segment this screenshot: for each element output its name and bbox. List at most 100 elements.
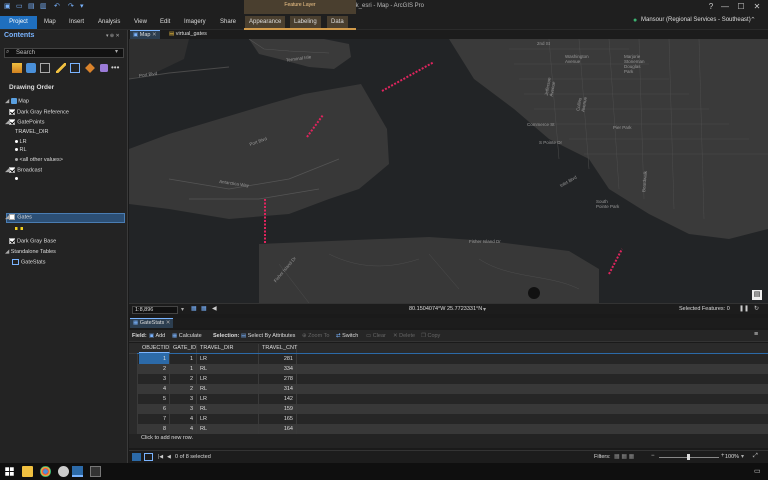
switch-button[interactable]: ⇄ Switch (336, 333, 358, 339)
tab-project[interactable]: Project (0, 16, 37, 29)
user-name[interactable]: Mansour (Regional Services - Southeast) (641, 17, 751, 23)
tab-virtual-gates[interactable]: ▤ virtual_gates (166, 30, 210, 39)
visibility-checkbox[interactable] (9, 109, 15, 115)
cell-objectid[interactable]: 1 (139, 354, 170, 364)
layer-dark-gray-reference[interactable]: Dark Gray Reference (9, 109, 69, 115)
table-gatestats[interactable]: GateStats (12, 259, 45, 265)
pane-options-icon[interactable]: ▾ ⊕ ✕ (106, 33, 120, 39)
add-new-row[interactable]: Click to add new row. (141, 435, 193, 441)
tab-map-view[interactable]: ▣ Map ✕ (130, 30, 160, 39)
expand-arrow-icon[interactable]: ◢ (5, 249, 9, 255)
select-by-attributes-button[interactable]: ▤ Select By Attributes (241, 333, 295, 339)
col-travel-dir[interactable]: TRAVEL_DIR (197, 344, 259, 353)
nav-first-icon[interactable]: |◀ (158, 454, 163, 460)
notifications-icon[interactable]: ▭ (754, 467, 761, 475)
help-button[interactable]: ? (706, 2, 716, 12)
row-selector[interactable] (129, 384, 138, 394)
copy-button[interactable]: ❐ Copy (421, 333, 440, 339)
tab-share[interactable]: Share (216, 16, 240, 29)
table-row[interactable]: 1 1 LR 281 (129, 353, 768, 365)
tab-imagery[interactable]: Imagery (180, 16, 210, 29)
table-row[interactable]: 4 2 RL 314 (129, 384, 768, 394)
audio-icon[interactable]: ◀ (212, 305, 217, 312)
close-icon[interactable]: ✕ (152, 32, 157, 38)
cell-gate-id[interactable]: 2 (170, 374, 197, 384)
more-icon[interactable]: ••• (111, 63, 119, 72)
gate-1-line[interactable] (381, 61, 435, 92)
close-button[interactable]: ✕ (752, 2, 762, 12)
tab-map[interactable]: Map (40, 16, 60, 29)
tab-insert[interactable]: Insert (65, 16, 88, 29)
cell-travel-cnt[interactable]: 278 (259, 374, 297, 384)
maximize-button[interactable]: ☐ (736, 2, 746, 12)
grid-icon[interactable]: ▦ (201, 305, 207, 312)
arcgis-pro-taskbar-icon[interactable] (72, 466, 83, 477)
cell-gate-id[interactable]: 4 (170, 414, 197, 424)
refresh-icon[interactable]: ↻ (754, 305, 759, 312)
search-options-icon[interactable]: ▾ (115, 48, 118, 55)
row-selector[interactable] (129, 394, 138, 404)
table-menu-icon[interactable]: ≡ (754, 331, 758, 338)
cell-travel-dir[interactable]: RL (197, 424, 259, 434)
map-view[interactable]: Terminal Isle Port Blvd Port Blvd Antarc… (129, 39, 768, 303)
cell-gate-id[interactable]: 4 (170, 424, 197, 434)
calculate-button[interactable]: ▦ Calculate (172, 333, 202, 339)
table-row[interactable]: 2 1 RL 334 (129, 364, 768, 374)
chrome-icon[interactable] (40, 466, 51, 477)
cell-travel-dir[interactable]: LR (197, 374, 259, 384)
list-by-drawing-order-icon[interactable] (12, 63, 22, 73)
layer-broadcast[interactable]: ◢ Broadcast (5, 167, 42, 173)
cell-travel-cnt[interactable]: 164 (259, 424, 297, 434)
basemap-gallery-icon[interactable]: ▤ (752, 290, 762, 300)
map-canvas[interactable] (129, 39, 768, 303)
gate-4-line[interactable] (608, 248, 623, 275)
row-selector[interactable] (129, 354, 138, 364)
cell-travel-dir[interactable]: LR (197, 354, 259, 364)
zoom-to-button[interactable]: ⊕ Zoom To (302, 333, 329, 339)
zoom-level[interactable]: 100% (725, 454, 739, 460)
cell-travel-dir[interactable]: LR (197, 414, 259, 424)
search-input[interactable]: Search (4, 48, 124, 58)
terminal-taskbar-icon[interactable] (90, 466, 101, 477)
coordinate-dropdown-icon[interactable]: ▾ (483, 306, 486, 313)
cell-gate-id[interactable]: 2 (170, 384, 197, 394)
cell-objectid[interactable]: 6 (139, 404, 170, 414)
table-view-icon[interactable] (132, 453, 141, 461)
list-by-source-icon[interactable] (26, 63, 36, 73)
list-by-editing-icon[interactable] (56, 63, 66, 73)
table-row[interactable]: 6 3 RL 159 (129, 404, 768, 414)
cell-travel-cnt[interactable]: 142 (259, 394, 297, 404)
scale-input[interactable]: 1:8,896 (132, 306, 178, 314)
col-gate-id[interactable]: GATE_ID (170, 344, 197, 353)
cell-travel-dir[interactable]: RL (197, 364, 259, 374)
zoom-slider-thumb[interactable] (687, 454, 690, 460)
table-row[interactable]: 8 4 RL 164 (129, 424, 768, 434)
row-selector[interactable] (129, 374, 138, 384)
cell-travel-dir[interactable]: RL (197, 404, 259, 414)
clear-button[interactable]: ▭ Clear (366, 333, 386, 339)
col-objectid[interactable]: OBJECTID (139, 344, 170, 353)
fit-icon[interactable]: ⤢ (753, 453, 758, 460)
cell-travel-cnt[interactable]: 281 (259, 354, 297, 364)
expand-arrow-icon[interactable]: ◢ (5, 98, 9, 104)
delete-button[interactable]: ✕ Delete (393, 333, 415, 339)
layer-dark-gray-base[interactable]: Dark Gray Base (9, 238, 56, 244)
table-row[interactable]: 5 3 LR 142 (129, 394, 768, 404)
cell-objectid[interactable]: 3 (139, 374, 170, 384)
tab-edit[interactable]: Edit (156, 16, 174, 29)
visibility-checkbox[interactable] (9, 167, 16, 173)
cell-travel-cnt[interactable]: 334 (259, 364, 297, 374)
zoom-dropdown-icon[interactable]: ▾ (741, 453, 744, 460)
tab-analysis[interactable]: Analysis (94, 16, 124, 29)
fixed-zoom-icon[interactable]: ▦ (191, 305, 197, 312)
cell-objectid[interactable]: 8 (139, 424, 170, 434)
add-field-button[interactable]: ▣ Add (149, 333, 165, 339)
cell-gate-id[interactable]: 1 (170, 354, 197, 364)
pause-icon[interactable]: ❚❚ (739, 305, 749, 312)
layer-gates[interactable]: ◢ Gates (5, 214, 32, 220)
layer-gatepoints[interactable]: ◢ GatePoints (5, 119, 44, 125)
map-node[interactable]: ◢ Map (5, 98, 29, 104)
row-selector[interactable] (129, 404, 138, 414)
cell-objectid[interactable]: 7 (139, 414, 170, 424)
cell-gate-id[interactable]: 1 (170, 364, 197, 374)
